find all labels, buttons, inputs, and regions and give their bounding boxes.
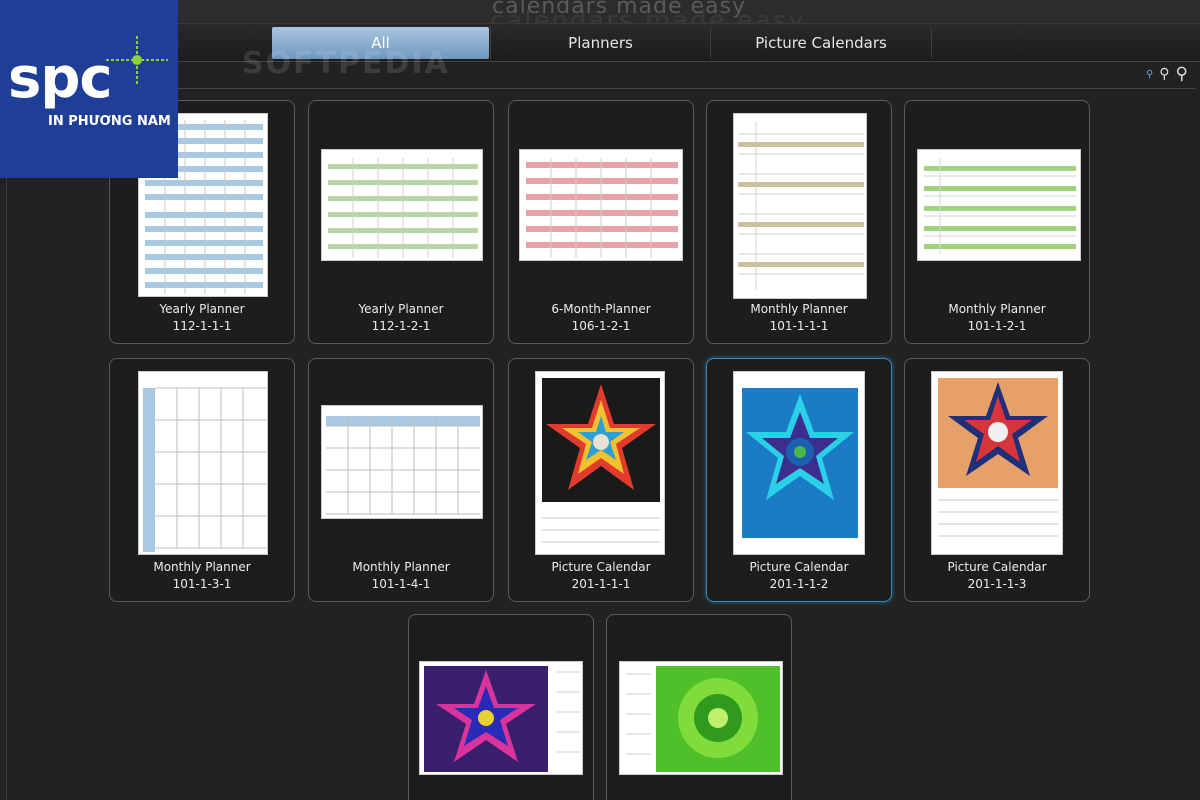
template-code: 112-1-1-1 bbox=[172, 319, 232, 333]
template-card[interactable] bbox=[408, 614, 594, 800]
kaleidoscope-star-image bbox=[542, 378, 660, 543]
template-card[interactable]: Monthly Planner 101-1-4-1 bbox=[308, 358, 494, 602]
template-name: Picture Calendar bbox=[551, 560, 651, 574]
template-thumbnail bbox=[321, 149, 483, 261]
tab-divider bbox=[931, 27, 932, 59]
tab-all[interactable]: All bbox=[272, 27, 489, 59]
template-thumbnail bbox=[519, 149, 683, 261]
template-card[interactable]: Picture Calendar 201-1-1-1 bbox=[508, 358, 694, 602]
template-thumbnail bbox=[733, 113, 867, 299]
monthly-planner-preview bbox=[326, 416, 480, 515]
app-window: calendars made easy calendars made easy … bbox=[0, 0, 1200, 800]
zoom-small-icon[interactable]: ⚲ bbox=[1146, 69, 1153, 80]
logo-subtitle: IN PHƯƠNG NAM bbox=[48, 114, 171, 129]
template-card[interactable]: Monthly Planner 101-1-2-1 bbox=[904, 100, 1090, 344]
tab-picture-calendars[interactable]: Picture Calendars bbox=[711, 27, 931, 59]
tab-all-label: All bbox=[371, 34, 390, 52]
template-thumbnail bbox=[321, 405, 483, 519]
tab-bar: All Planners Picture Calendars SOFTPEDIA bbox=[0, 24, 1200, 81]
title-bar: calendars made easy calendars made easy bbox=[0, 0, 1200, 36]
kaleidoscope-purple-image bbox=[424, 666, 580, 772]
template-thumbnail bbox=[419, 661, 583, 775]
template-code: 106-1-2-1 bbox=[571, 319, 631, 333]
tab-picture-calendars-label: Picture Calendars bbox=[755, 34, 887, 52]
zoom-controls: ⚲ ⚲ ⚲ bbox=[1146, 62, 1188, 86]
template-name: Yearly Planner bbox=[358, 302, 444, 316]
template-code: 101-1-4-1 bbox=[371, 577, 431, 591]
template-code: 101-1-2-1 bbox=[967, 319, 1027, 333]
template-thumbnail bbox=[138, 371, 268, 555]
template-card[interactable]: Monthly Planner 101-1-3-1 bbox=[109, 358, 295, 602]
monthly-planner-preview bbox=[143, 387, 267, 552]
template-name: Monthly Planner bbox=[948, 302, 1046, 316]
template-thumbnail bbox=[619, 661, 783, 775]
kaleidoscope-green-image bbox=[626, 666, 780, 772]
template-code: 201-1-1-1 bbox=[571, 577, 631, 591]
app-tagline: calendars made easy bbox=[492, 0, 747, 19]
template-card[interactable]: 6-Month-Planner 106-1-2-1 bbox=[508, 100, 694, 344]
template-code: 101-1-3-1 bbox=[172, 577, 232, 591]
tab-planners-label: Planners bbox=[568, 34, 633, 52]
template-code: 101-1-1-1 bbox=[769, 319, 829, 333]
template-thumbnail bbox=[931, 371, 1063, 555]
logo-wordmark: spc bbox=[8, 46, 113, 111]
template-card[interactable]: Picture Calendar 201-1-1-3 bbox=[904, 358, 1090, 602]
template-thumbnail bbox=[535, 371, 665, 555]
sparkle-icon bbox=[106, 36, 168, 84]
template-code: 201-1-1-3 bbox=[967, 577, 1027, 591]
spc-logo: spc IN PHƯƠNG NAM bbox=[0, 0, 178, 178]
template-code: 112-1-2-1 bbox=[371, 319, 431, 333]
kaleidoscope-blue-image bbox=[742, 388, 858, 538]
tab-planners[interactable]: Planners bbox=[491, 27, 710, 59]
template-thumbnail bbox=[917, 149, 1081, 261]
template-name: Monthly Planner bbox=[153, 560, 251, 574]
monthly-planner-preview bbox=[924, 158, 1076, 254]
template-name: 6-Month-Planner bbox=[551, 302, 651, 316]
template-name: Monthly Planner bbox=[750, 302, 848, 316]
template-card[interactable]: Yearly Planner 112-1-2-1 bbox=[308, 100, 494, 344]
template-card-selected[interactable]: Picture Calendar 201-1-1-2 bbox=[706, 358, 892, 602]
kaleidoscope-red-image bbox=[938, 378, 1058, 537]
six-month-planner-preview bbox=[526, 158, 678, 258]
zoom-medium-icon[interactable]: ⚲ bbox=[1159, 66, 1169, 82]
monthly-planner-preview bbox=[738, 122, 864, 290]
template-name: Picture Calendar bbox=[947, 560, 1047, 574]
template-card[interactable]: Monthly Planner 101-1-1-1 bbox=[706, 100, 892, 344]
template-name: Yearly Planner bbox=[159, 302, 245, 316]
template-name: Monthly Planner bbox=[352, 560, 450, 574]
zoom-large-icon[interactable]: ⚲ bbox=[1176, 64, 1188, 84]
template-thumbnail bbox=[733, 371, 865, 555]
yearly-planner-preview bbox=[328, 158, 478, 258]
template-name: Picture Calendar bbox=[749, 560, 849, 574]
template-card[interactable] bbox=[606, 614, 792, 800]
template-code: 201-1-1-2 bbox=[769, 577, 829, 591]
